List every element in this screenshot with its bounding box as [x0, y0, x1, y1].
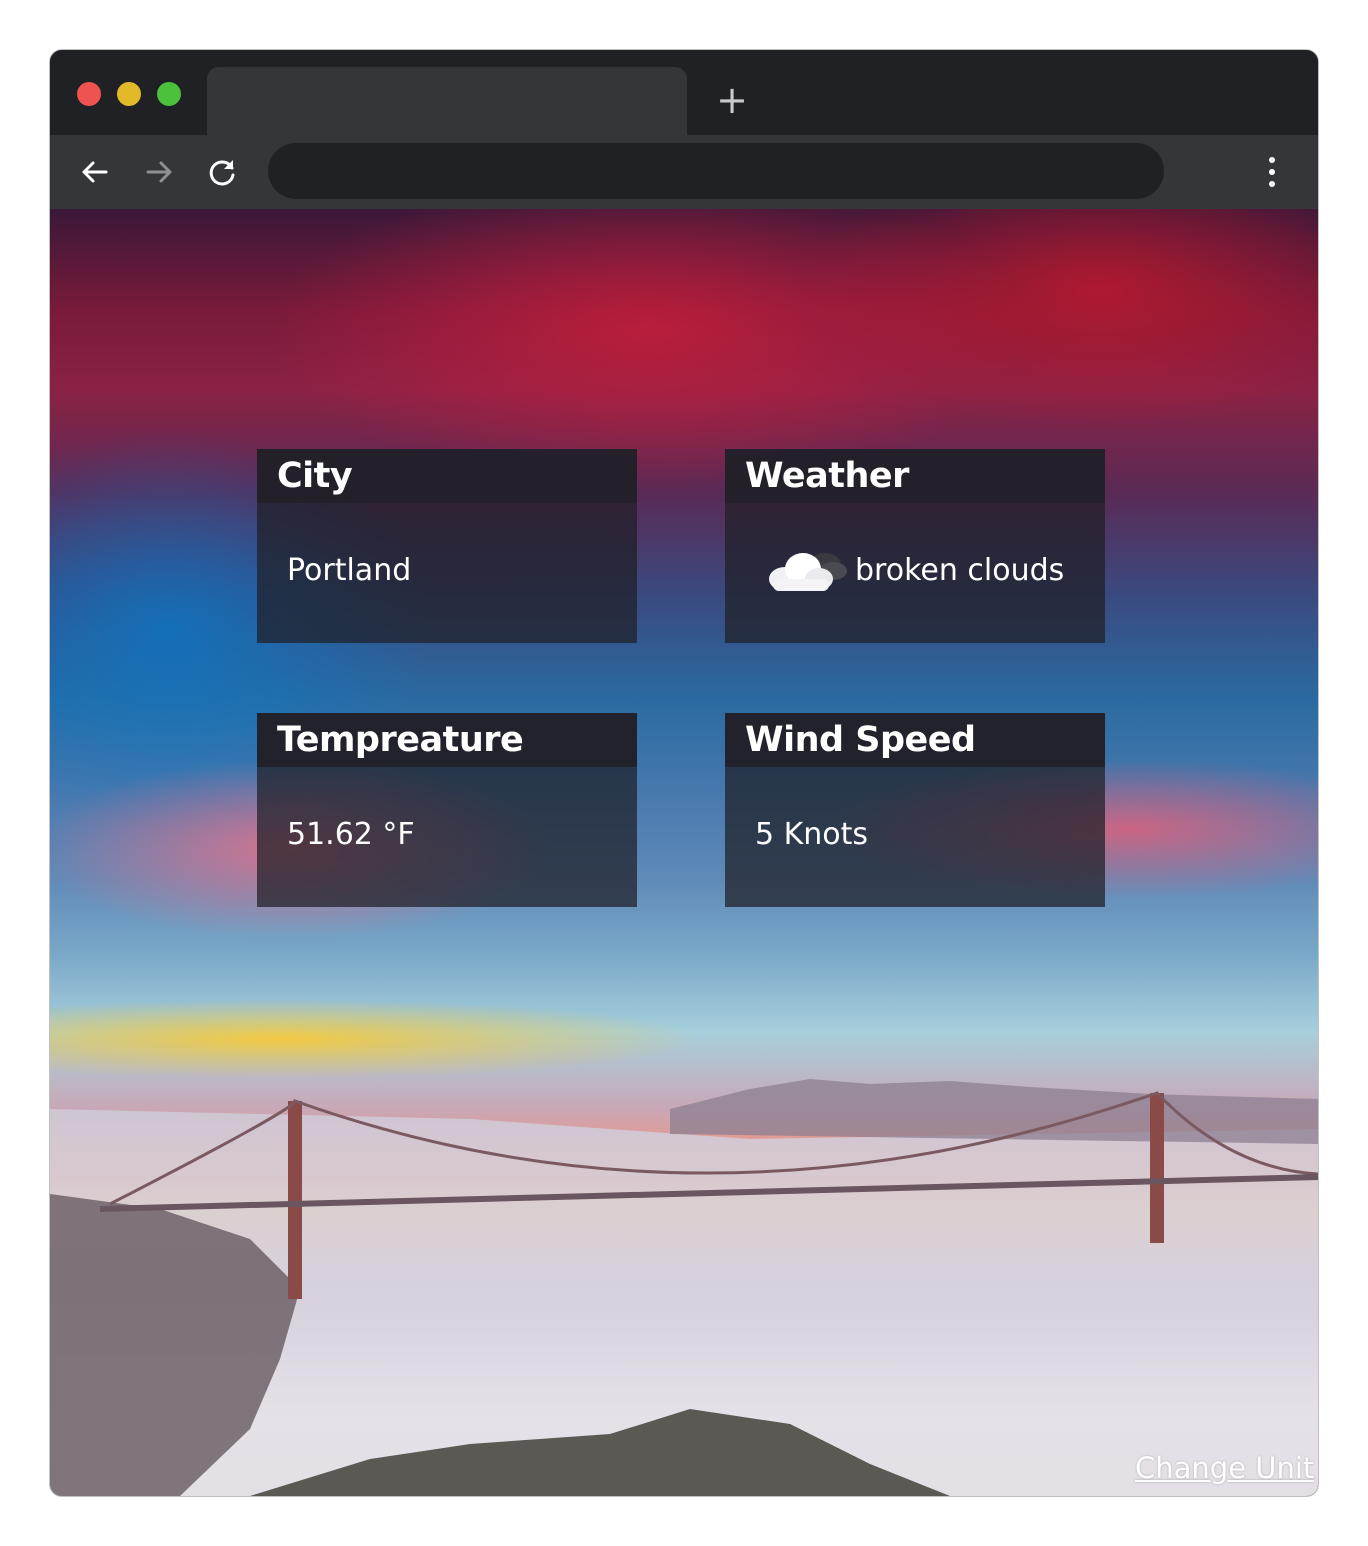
browser-window: + City Portland Weather broken clouds Te… — [50, 50, 1318, 1496]
temperature-card-header: Tempreature — [257, 713, 637, 767]
weather-title: Weather — [745, 456, 909, 496]
temperature-value: 51.62 °F — [287, 817, 415, 852]
close-window-button[interactable] — [77, 82, 101, 106]
wind-speed-title: Wind Speed — [745, 720, 976, 760]
temperature-card: Tempreature 51.62 °F — [257, 713, 637, 907]
reload-icon[interactable] — [206, 155, 240, 189]
weather-card-header: Weather — [725, 449, 1105, 503]
minimize-window-button[interactable] — [117, 82, 141, 106]
forward-arrow-icon[interactable] — [142, 155, 176, 189]
back-arrow-icon[interactable] — [78, 155, 112, 189]
browser-toolbar — [50, 135, 1318, 209]
change-unit-link[interactable]: Change Unit — [1135, 1449, 1314, 1487]
golden-gate-background-image — [50, 1079, 1318, 1496]
maximize-window-button[interactable] — [157, 82, 181, 106]
tab-strip: + — [50, 50, 1318, 135]
temperature-title: Tempreature — [277, 720, 524, 760]
weather-card: Weather broken clouds — [725, 449, 1105, 643]
city-value: Portland — [287, 553, 412, 588]
wind-speed-card: Wind Speed 5 Knots — [725, 713, 1105, 907]
city-card-header: City — [257, 449, 637, 503]
page-content: City Portland Weather broken clouds Temp… — [50, 209, 1318, 1496]
active-tab[interactable] — [207, 67, 687, 135]
weather-value: broken clouds — [855, 553, 1065, 588]
city-title: City — [277, 456, 353, 496]
city-card: City Portland — [257, 449, 637, 643]
broken-clouds-icon — [769, 553, 847, 591]
address-bar[interactable] — [268, 143, 1164, 199]
more-menu-icon[interactable] — [1258, 155, 1286, 189]
wind-speed-card-header: Wind Speed — [725, 713, 1105, 767]
new-tab-button[interactable]: + — [714, 80, 750, 120]
wind-speed-value: 5 Knots — [755, 817, 869, 852]
